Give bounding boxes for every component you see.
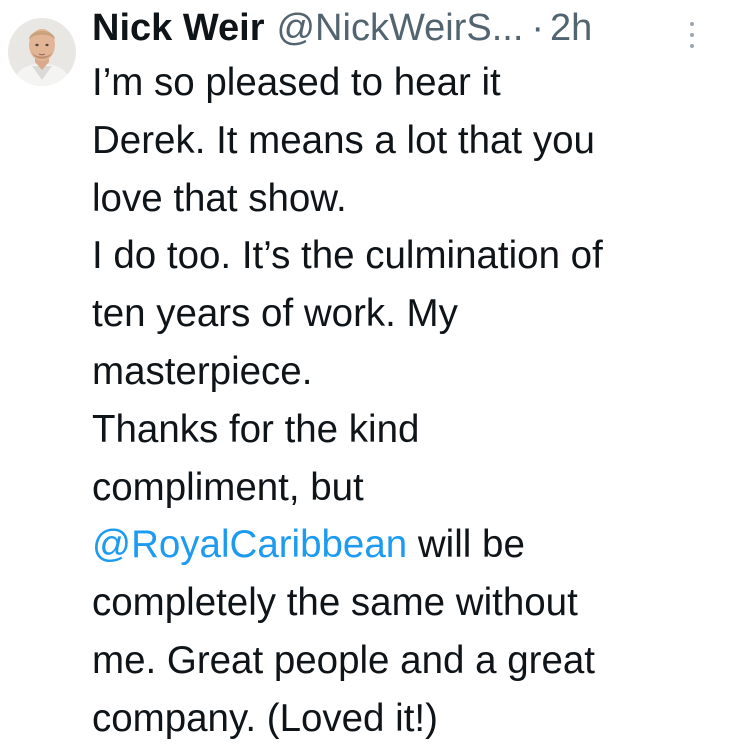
tweet-text-line: compliment, but bbox=[92, 465, 364, 509]
header-separator: · bbox=[531, 7, 545, 49]
tweet-text-line: ten years of work. My bbox=[92, 292, 458, 336]
tweet-text-line: masterpiece. bbox=[92, 349, 313, 393]
author-display-name[interactable]: Nick Weir bbox=[92, 2, 264, 54]
tweet-text-line: me. Great people and a great bbox=[92, 638, 595, 682]
more-options-dot bbox=[690, 44, 694, 48]
tweet-text-line: love that show. bbox=[92, 176, 347, 220]
more-options-icon[interactable] bbox=[687, 22, 697, 48]
tweet-text-line: @RoyalCaribbean will be bbox=[92, 516, 722, 574]
tweet-text-segment: will be bbox=[407, 523, 525, 567]
tweet-text: I’m so pleased to hear it Derek. It mean… bbox=[92, 54, 722, 748]
tweet-text-line: I do too. It’s the culmination of bbox=[92, 234, 603, 278]
author-avatar[interactable] bbox=[8, 18, 76, 86]
tweet-text-line: company. (Loved it!) bbox=[92, 696, 438, 740]
profile-photo bbox=[8, 18, 76, 86]
tweet-header: Nick Weir @NickWeirS... · 2h bbox=[92, 2, 733, 54]
author-handle[interactable]: @NickWeirS... bbox=[276, 2, 523, 54]
tweet-text-line: completely the same without bbox=[92, 581, 578, 625]
tweet-text-line: I’m so pleased to hear it bbox=[92, 61, 501, 104]
tweet-timestamp[interactable]: 2h bbox=[550, 2, 592, 54]
more-options-dot bbox=[690, 22, 694, 26]
tweet-text-line: Thanks for the kind bbox=[92, 407, 420, 451]
mention-link[interactable]: @RoyalCaribbean bbox=[92, 523, 407, 566]
more-options-dot bbox=[690, 33, 694, 37]
tweet-text-line: Derek. It means a lot that you bbox=[92, 118, 595, 162]
